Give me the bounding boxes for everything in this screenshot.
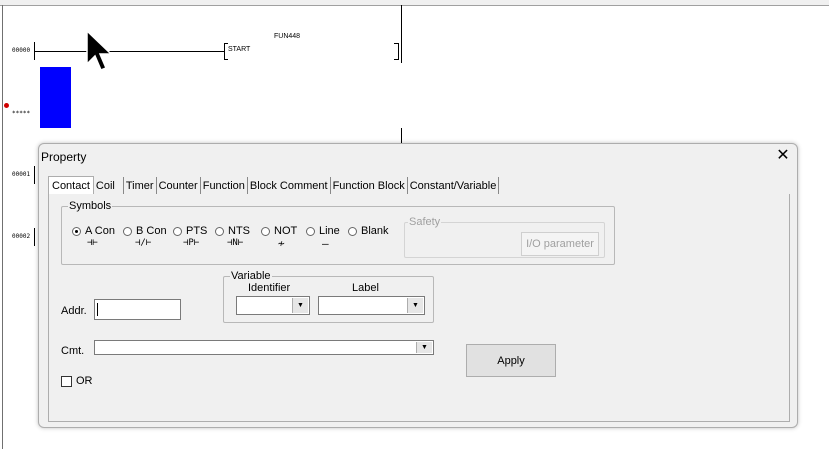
cmt-label: Cmt. xyxy=(61,345,85,357)
function-rbracket-top xyxy=(394,43,398,44)
radio-nts-label: NTS xyxy=(228,225,250,237)
tab-constant-variable[interactable]: Constant/Variable xyxy=(408,177,500,194)
safety-group: Safety I/O parameter xyxy=(404,216,605,258)
tab-block-comment[interactable]: Block Comment xyxy=(248,177,331,194)
radio-line[interactable]: Line xyxy=(306,225,340,237)
radio-nts[interactable]: NTS xyxy=(215,225,250,237)
function-name: FUN448 xyxy=(274,33,301,40)
or-label: OR xyxy=(76,375,93,387)
a-con-symbol-icon: ⊣⊢ xyxy=(87,238,98,248)
variable-legend: Variable xyxy=(231,270,271,282)
radio-blank-label: Blank xyxy=(361,225,389,237)
function-left-bracket xyxy=(224,43,225,60)
pts-symbol-icon: ⊣P⊢ xyxy=(183,238,200,248)
tab-function-block[interactable]: Function Block xyxy=(331,177,408,194)
tab-coil[interactable]: Coil xyxy=(94,177,124,194)
radio-blank-circle[interactable] xyxy=(348,226,357,236)
rung-2-left-bar xyxy=(34,166,35,184)
radio-a-con[interactable]: A Con xyxy=(72,225,115,237)
chevron-down-icon[interactable]: ▼ xyxy=(292,298,308,313)
function-right-bracket xyxy=(398,43,399,60)
function-label: START xyxy=(228,46,251,53)
radio-not[interactable]: NOT xyxy=(261,225,297,237)
tab-counter[interactable]: Counter xyxy=(157,177,201,194)
identifier-combo[interactable]: ▼ xyxy=(236,296,310,315)
function-bracket-bottom xyxy=(224,59,228,60)
chevron-down-icon[interactable]: ▼ xyxy=(407,298,423,313)
not-symbol-icon: ≁ xyxy=(278,237,285,250)
or-checkbox[interactable] xyxy=(61,376,72,387)
contact-tab-panel: Symbols A Con ⊣⊢ B Con ⊣/⊢ PTS ⊣P⊢ NTS ⊣… xyxy=(48,194,790,422)
radio-a-con-label: A Con xyxy=(85,225,115,237)
tab-timer[interactable]: Timer xyxy=(124,177,157,194)
ladder-right-rail xyxy=(401,5,402,63)
rung-number-1: ***** xyxy=(12,110,31,117)
radio-not-circle[interactable] xyxy=(261,226,270,236)
radio-b-con-label: B Con xyxy=(136,225,167,237)
rung-3-left-bar xyxy=(34,228,35,246)
radio-not-label: NOT xyxy=(274,225,298,237)
chevron-down-icon[interactable]: ▼ xyxy=(416,342,432,353)
rung-0-wire xyxy=(34,51,224,52)
text-caret xyxy=(97,303,98,316)
property-dialog: Property ✕ Contact Coil Timer Counter Fu… xyxy=(38,143,798,428)
nts-symbol-icon: ⊣N⊢ xyxy=(227,238,244,248)
tab-function[interactable]: Function xyxy=(201,177,248,194)
rung-number-2: 00001 xyxy=(12,171,31,178)
close-icon[interactable]: ✕ xyxy=(773,146,793,166)
b-con-symbol-icon: ⊣/⊢ xyxy=(135,238,152,248)
symbols-legend: Symbols xyxy=(69,200,112,212)
mouse-pointer-icon xyxy=(86,30,112,71)
radio-pts-label: PTS xyxy=(186,225,208,237)
function-rbracket-bottom xyxy=(394,59,398,60)
radio-blank[interactable]: Blank xyxy=(348,225,389,237)
io-parameter-button[interactable]: I/O parameter xyxy=(521,232,599,256)
safety-legend: Safety xyxy=(409,216,441,228)
addr-label: Addr. xyxy=(61,305,87,317)
editor-top-strip xyxy=(0,0,829,6)
radio-a-con-circle[interactable] xyxy=(72,226,81,236)
tab-contact[interactable]: Contact xyxy=(48,176,94,195)
radio-pts[interactable]: PTS xyxy=(173,225,207,237)
variable-group: Variable Identifier Label ▼ ▼ xyxy=(223,270,434,323)
identifier-label: Identifier xyxy=(248,282,291,294)
symbols-group: Symbols A Con ⊣⊢ B Con ⊣/⊢ PTS ⊣P⊢ NTS ⊣… xyxy=(61,200,615,265)
radio-line-circle[interactable] xyxy=(306,226,315,236)
apply-button[interactable]: Apply xyxy=(466,344,556,377)
rung-number-3: 00002 xyxy=(12,233,31,240)
ladder-right-rail-lower xyxy=(401,128,402,144)
tab-strip: Contact Coil Timer Counter Function Bloc… xyxy=(48,175,500,195)
addr-input[interactable] xyxy=(94,299,181,320)
line-symbol-icon: — xyxy=(322,237,329,250)
label-label: Label xyxy=(352,282,379,294)
label-combo[interactable]: ▼ xyxy=(318,296,425,315)
radio-b-con[interactable]: B Con xyxy=(123,225,167,237)
radio-nts-circle[interactable] xyxy=(215,226,224,236)
breakpoint-marker-icon xyxy=(4,103,9,108)
comment-combo[interactable]: ▼ xyxy=(94,340,434,355)
radio-pts-circle[interactable] xyxy=(173,226,182,236)
ladder-left-rail xyxy=(2,5,3,449)
rung-number-0: 00000 xyxy=(12,47,31,54)
radio-line-label: Line xyxy=(319,225,340,237)
dialog-title: Property xyxy=(41,150,87,164)
radio-b-con-circle[interactable] xyxy=(123,226,132,236)
function-bracket-top xyxy=(224,43,228,44)
ladder-cell-cursor[interactable] xyxy=(40,67,71,128)
